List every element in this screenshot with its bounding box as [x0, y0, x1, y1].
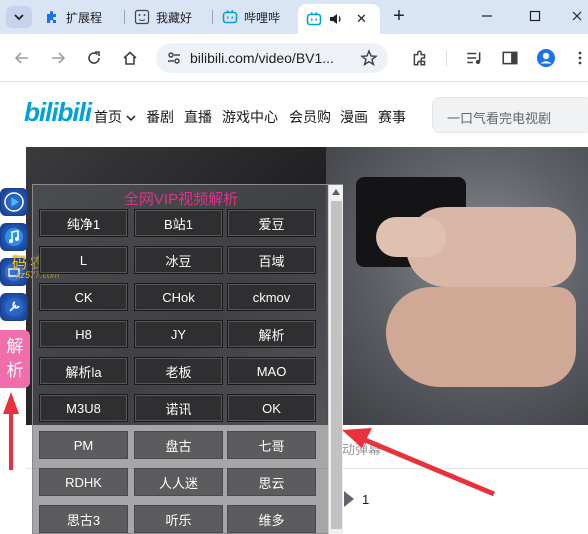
maximize-button[interactable]	[524, 6, 546, 26]
parse-source-button[interactable]: 七哥	[227, 431, 316, 459]
minimize-icon	[482, 15, 492, 17]
arrow-left-icon	[14, 52, 28, 64]
nav-anime[interactable]: 番剧	[146, 107, 174, 127]
panel-scrollbar[interactable]	[328, 185, 343, 534]
tab-search-button[interactable]	[6, 6, 32, 28]
parse-source-button[interactable]: 解析la	[39, 357, 128, 385]
scrollbar-thumb[interactable]	[331, 201, 342, 529]
arrow-right-icon	[52, 52, 66, 64]
parse-source-button[interactable]: H8	[39, 320, 128, 348]
nav-live[interactable]: 直播	[184, 107, 212, 127]
close-icon	[572, 11, 582, 21]
nav-esports[interactable]: 赛事	[378, 107, 406, 127]
site-settings-icon[interactable]	[166, 50, 182, 71]
maximize-icon	[529, 10, 541, 22]
tab-strip: 扩展程 我藏好 哔哩哔 ✕ +	[0, 0, 588, 34]
minimize-button[interactable]	[476, 6, 498, 26]
close-icon[interactable]: ✕	[356, 11, 367, 27]
avatar-icon	[537, 49, 555, 67]
forward-button[interactable]	[46, 46, 70, 70]
profile-button[interactable]	[534, 46, 558, 70]
puzzle-icon	[44, 9, 60, 25]
danmaku-hint: 动弹幕	[342, 442, 382, 457]
nav-game-center[interactable]: 游戏中心	[222, 107, 278, 127]
nav-home[interactable]: 首页	[94, 107, 136, 127]
reload-button[interactable]	[82, 46, 106, 70]
parse-source-button[interactable]: 思云	[227, 468, 316, 496]
play-triangle-icon[interactable]	[344, 491, 354, 507]
parse-source-button[interactable]: 诺讯	[134, 394, 223, 422]
parse-source-button[interactable]: 人人迷	[134, 468, 223, 496]
play-circle-icon[interactable]	[0, 188, 28, 216]
face-icon	[134, 9, 150, 25]
parse-source-button[interactable]: 纯净1	[39, 209, 128, 237]
puzzle-icon	[413, 50, 426, 66]
parse-source-button[interactable]: 盘古	[134, 431, 223, 459]
side-panel-button[interactable]	[498, 46, 522, 70]
parse-source-button[interactable]: 爱豆	[227, 209, 316, 237]
music-note-icon[interactable]	[0, 223, 28, 251]
tab-active-bilibili[interactable]: ✕	[298, 4, 380, 34]
nav-vip-shop[interactable]: 会员购	[289, 107, 331, 127]
site-logo[interactable]: bilibili	[24, 97, 92, 128]
back-button[interactable]	[10, 46, 34, 70]
parse-source-button[interactable]: JY	[134, 320, 223, 348]
parse-source-button[interactable]: 听乐	[134, 505, 223, 533]
parse-source-button[interactable]: M3U8	[39, 394, 128, 422]
parse-source-button[interactable]: 百域	[227, 246, 316, 274]
reload-icon	[88, 51, 100, 64]
more-vertical-icon	[578, 51, 582, 65]
parse-source-button[interactable]: OK	[227, 394, 316, 422]
site-header: bilibili 首页 番剧 直播 游戏中心 会员购 漫画 赛事 一口气看完电视…	[0, 83, 588, 147]
episode-number[interactable]: 1	[362, 492, 369, 507]
tab-divider	[212, 10, 213, 24]
tab-label: 扩展程	[66, 10, 103, 25]
speaker-icon[interactable]	[328, 11, 344, 27]
window-close-button[interactable]	[566, 6, 588, 26]
parse-source-button[interactable]: 老板	[134, 357, 223, 385]
side-panel-icon	[502, 51, 518, 65]
browser-toolbar: bilibili.com/video/BV1...	[0, 34, 588, 82]
parse-source-button[interactable]: L	[39, 246, 128, 274]
parse-source-button[interactable]: 维多	[227, 505, 316, 533]
tab-my-collection[interactable]: 我藏好	[134, 0, 192, 34]
bookmark-star-icon[interactable]	[360, 49, 378, 72]
media-queue-icon	[467, 52, 481, 64]
media-control-button[interactable]	[462, 46, 486, 70]
wrench-icon[interactable]	[0, 293, 28, 321]
home-icon	[123, 51, 137, 65]
tab-label: 我藏好	[156, 10, 193, 25]
tab-divider	[124, 10, 125, 24]
parse-source-button[interactable]: 思古3	[39, 505, 128, 533]
tab-bilibili[interactable]: 哔哩哔	[222, 0, 280, 34]
panel-title: 全网VIP视频解析	[123, 191, 239, 208]
menu-button[interactable]	[568, 46, 588, 70]
nav-manga[interactable]: 漫画	[340, 107, 368, 127]
parse-source-button[interactable]: B站1	[134, 209, 223, 237]
parse-source-button[interactable]: 解析	[227, 320, 316, 348]
parse-source-button[interactable]: CHok	[134, 283, 223, 311]
parse-toggle-tab[interactable]: 解 析	[0, 330, 30, 388]
parse-source-button[interactable]: ckmov	[227, 283, 316, 311]
chevron-down-icon	[126, 115, 136, 122]
parse-source-button[interactable]: 冰豆	[134, 246, 223, 274]
scroll-up-arrow-icon[interactable]	[332, 189, 340, 195]
url-text: bilibili.com/video/BV1...	[190, 50, 334, 66]
vip-parse-panel: 全网VIP视频解析 纯净1 B站1 爱豆 L 冰豆 百域 CK CHok ckmov H8 JY 解析…	[32, 184, 343, 534]
parse-source-button[interactable]: RDHK	[39, 468, 128, 496]
address-bar[interactable]: bilibili.com/video/BV1...	[156, 43, 388, 73]
parse-source-button[interactable]: PM	[39, 431, 128, 459]
chevron-down-icon	[14, 14, 24, 21]
toolbar-divider	[446, 50, 447, 66]
parse-source-button[interactable]: CK	[39, 283, 128, 311]
tab-extensions[interactable]: 扩展程	[44, 0, 102, 34]
parse-source-button[interactable]: MAO	[227, 357, 316, 385]
tab-label: 哔哩哔	[244, 10, 281, 25]
extensions-button[interactable]	[408, 46, 432, 70]
bilibili-tv-icon	[306, 11, 322, 27]
home-button[interactable]	[118, 46, 142, 70]
new-tab-button[interactable]: +	[388, 5, 410, 27]
bilibili-tv-icon	[222, 9, 238, 25]
site-search-input[interactable]: 一口气看完电视剧	[432, 97, 588, 133]
